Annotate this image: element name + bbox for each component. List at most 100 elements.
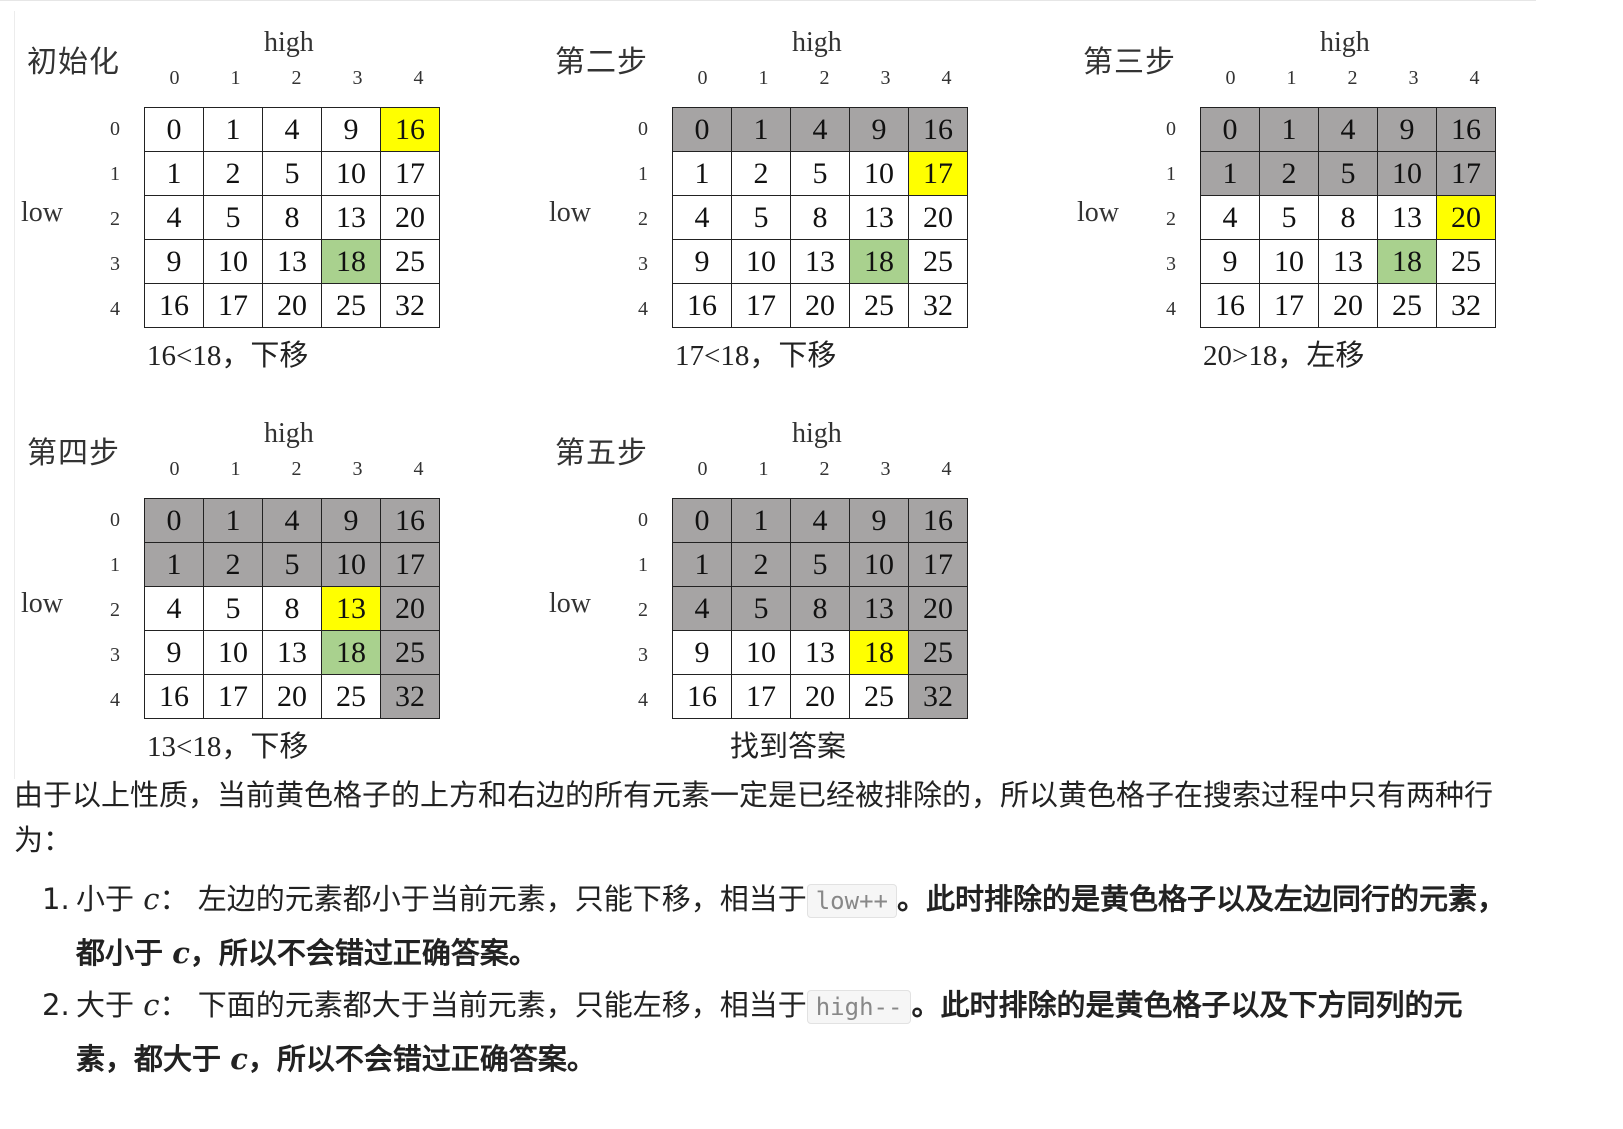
- matrix-row: 0 1 4 9 16: [144, 498, 440, 543]
- matrix-cell: 2: [731, 151, 791, 196]
- column-index: 0: [169, 458, 180, 480]
- row-index-column: 0 1 2 3 4: [95, 107, 135, 332]
- matrix-grid: 0 1 4 9 16 1 2 5 10 17 4 5 8 13 20 9 10 13 18 25 16 17 20 25 32: [672, 498, 968, 719]
- matrix-cell: 8: [790, 586, 850, 631]
- matrix-row: 1 2 5 10 17: [1200, 151, 1496, 196]
- matrix-cell: 32: [908, 674, 968, 719]
- list-number: 1.: [42, 882, 70, 916]
- step-panel: 第五步 high low 0 1 2 3 4 0 1 2 3 4 0 1 4 9 16 1 2 5 10 17 4 5 8 13 20…: [549, 418, 1015, 788]
- matrix-cell: 2: [731, 542, 791, 587]
- matrix-row: 16 17 20 25 32: [1200, 283, 1496, 328]
- matrix-cell: 18: [849, 239, 909, 284]
- matrix-cell: 0: [1200, 107, 1260, 152]
- matrix-cell: 8: [262, 586, 322, 631]
- inline-code: high--: [806, 990, 912, 1024]
- matrix-cell: 9: [321, 107, 381, 152]
- matrix-cell: 10: [849, 151, 909, 196]
- step-title: 第五步: [555, 437, 648, 470]
- matrix-cell: 25: [908, 239, 968, 284]
- matrix-cell: 18: [321, 630, 381, 675]
- matrix-cell: 16: [908, 107, 968, 152]
- math-variable: c: [143, 988, 160, 1022]
- row-index: 2: [1166, 208, 1176, 230]
- matrix-cell: 25: [380, 630, 440, 675]
- column-index: 1: [1286, 67, 1297, 89]
- high-label: high: [792, 27, 842, 58]
- matrix-cell: 25: [321, 674, 381, 719]
- row-index-column: 0 1 2 3 4: [623, 498, 663, 723]
- column-index: 1: [758, 67, 769, 89]
- matrix-cell: 17: [203, 283, 263, 328]
- matrix-cell: 9: [849, 498, 909, 543]
- row-index: 2: [110, 208, 120, 230]
- row-index-column: 0 1 2 3 4: [95, 498, 135, 723]
- matrix-row: 16 17 20 25 32: [144, 283, 440, 328]
- column-index: 3: [880, 67, 891, 89]
- row-index-column: 0 1 2 3 4: [1151, 107, 1191, 332]
- column-index: 3: [1408, 67, 1419, 89]
- column-index: 2: [819, 458, 830, 480]
- matrix-cell: 20: [1318, 283, 1378, 328]
- matrix-cell: 4: [672, 195, 732, 240]
- list-item: 2. 大于 c： 下面的元素都大于当前元素，只能左移，相当于 high-- 。此时排…: [14, 979, 1514, 1085]
- matrix-cell: 17: [1259, 283, 1319, 328]
- matrix-row: 1 2 5 10 17: [144, 542, 440, 587]
- matrix-cell: 16: [144, 283, 204, 328]
- matrix-row: 9 10 13 18 25: [144, 630, 440, 675]
- matrix-cell: 5: [262, 151, 322, 196]
- matrix-cell: 32: [380, 283, 440, 328]
- matrix-cell: 0: [672, 107, 732, 152]
- matrix-cell: 10: [849, 542, 909, 587]
- item-description: 下面的元素都大于当前元素，只能左移，相当于: [197, 988, 807, 1022]
- step-panel: 第二步 high low 0 1 2 3 4 0 1 2 3 4 0 1 4 9 16 1 2 5 10 17 4 5 8 13 20…: [549, 27, 1015, 397]
- matrix-cell: 1: [1259, 107, 1319, 152]
- matrix-row: 1 2 5 10 17: [144, 151, 440, 196]
- item-colon: ：: [159, 988, 189, 1022]
- matrix-cell: 25: [1436, 239, 1496, 284]
- row-index: 3: [638, 253, 648, 275]
- column-index: 2: [1347, 67, 1358, 89]
- matrix-row: 1 2 5 10 17: [672, 542, 968, 587]
- matrix-cell: 5: [1259, 195, 1319, 240]
- matrix-cell: 1: [144, 151, 204, 196]
- low-label: low: [21, 588, 63, 619]
- bold-text: ，所以不会错过正确答案。: [247, 1042, 596, 1076]
- high-label: high: [264, 418, 314, 449]
- matrix-row: 9 10 13 18 25: [144, 239, 440, 284]
- step-caption: 16<18，下移: [147, 340, 309, 372]
- high-label: high: [792, 418, 842, 449]
- row-index: 1: [638, 554, 648, 576]
- high-label: high: [1320, 27, 1370, 58]
- low-label: low: [549, 197, 591, 228]
- matrix-cell: 10: [321, 542, 381, 587]
- low-label: low: [1077, 197, 1119, 228]
- matrix-cell: 17: [908, 542, 968, 587]
- column-index-row: 0 1 2 3 4: [1200, 67, 1505, 97]
- matrix-cell: 13: [1318, 239, 1378, 284]
- column-index: 3: [352, 67, 363, 89]
- row-index: 0: [1166, 118, 1176, 140]
- step-caption: 17<18，下移: [675, 340, 837, 372]
- matrix-cell: 4: [790, 107, 850, 152]
- column-index: 1: [230, 458, 241, 480]
- column-index-row: 0 1 2 3 4: [672, 67, 977, 97]
- matrix-cell: 17: [380, 542, 440, 587]
- row-index: 1: [110, 163, 120, 185]
- matrix-cell: 25: [1377, 283, 1437, 328]
- matrix-cell: 20: [380, 586, 440, 631]
- inline-code: low++: [806, 884, 897, 918]
- step-caption: 13<18，下移: [147, 731, 309, 763]
- column-index-row: 0 1 2 3 4: [672, 458, 977, 488]
- column-index: 4: [413, 67, 424, 89]
- row-index: 2: [638, 599, 648, 621]
- matrix-cell: 8: [262, 195, 322, 240]
- column-index-row: 0 1 2 3 4: [144, 67, 449, 97]
- matrix-cell: 20: [790, 283, 850, 328]
- explanation-text: 由于以上性质，当前黄色格子的上方和右边的所有元素一定是已经被排除的，所以黄色格子…: [14, 773, 1514, 1085]
- matrix-row: 16 17 20 25 32: [672, 283, 968, 328]
- matrix-cell: 5: [1318, 151, 1378, 196]
- column-index: 4: [413, 458, 424, 480]
- matrix-cell: 32: [380, 674, 440, 719]
- matrix-row: 9 10 13 18 25: [672, 630, 968, 675]
- matrix-cell: 18: [849, 630, 909, 675]
